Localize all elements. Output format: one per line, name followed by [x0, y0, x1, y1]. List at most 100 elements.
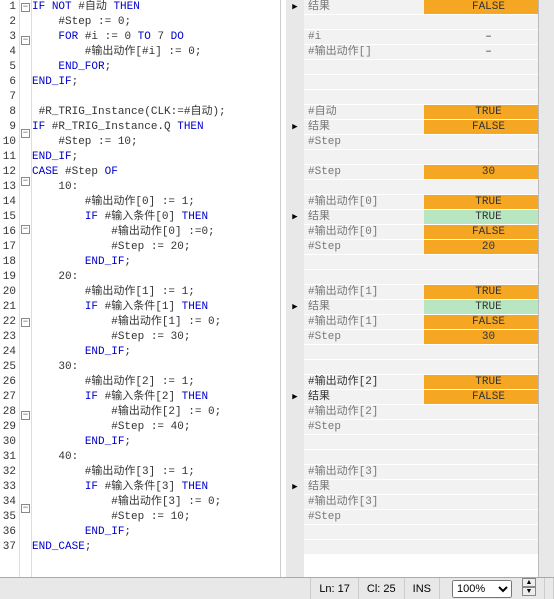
code-line[interactable]: FOR #i := 0 TO 7 DO: [32, 30, 280, 45]
fold-marker[interactable]: −: [20, 504, 31, 519]
line-number: 30: [0, 435, 16, 450]
monitor-value: [424, 270, 553, 285]
code-line[interactable]: #Step := 0;: [32, 15, 280, 30]
code-line[interactable]: #Step := 30;: [32, 330, 280, 345]
line-number: 10: [0, 135, 16, 150]
code-line[interactable]: IF #输入条件[1] THEN: [32, 300, 280, 315]
line-number: 33: [0, 480, 16, 495]
vertical-scrollbar[interactable]: [538, 0, 554, 577]
fold-marker: [20, 534, 31, 549]
monitor-name-column: 结果#i#输出动作[]#自动结果#Step#Step#输出动作[0]结果#输出动…: [304, 0, 424, 577]
code-line[interactable]: [32, 90, 280, 105]
code-line[interactable]: 40:: [32, 450, 280, 465]
code-line[interactable]: #Step := 10;: [32, 135, 280, 150]
monitor-name: #自动: [304, 105, 424, 120]
line-marker: [286, 525, 304, 540]
code-line[interactable]: #R_TRIG_Instance(CLK:=#自动);: [32, 105, 280, 120]
monitor-name: [304, 255, 424, 270]
line-marker: [286, 150, 304, 165]
line-marker: [286, 285, 304, 300]
fold-marker[interactable]: −: [20, 177, 31, 192]
line-number: 16: [0, 225, 16, 240]
code-line[interactable]: IF #输入条件[0] THEN: [32, 210, 280, 225]
fold-marker: [20, 456, 31, 471]
monitor-value: [424, 450, 553, 465]
code-line[interactable]: #输出动作[3] := 0;: [32, 495, 280, 510]
line-number: 34: [0, 495, 16, 510]
line-number-gutter: 1234567891011121314151617181920212223242…: [0, 0, 20, 577]
line-number: 28: [0, 405, 16, 420]
code-line[interactable]: CASE #Step OF: [32, 165, 280, 180]
zoom-up-button[interactable]: ▲: [522, 578, 536, 587]
monitor-value: [424, 495, 553, 510]
fold-marker[interactable]: −: [20, 411, 31, 426]
code-line[interactable]: #输出动作[1] := 0;: [32, 315, 280, 330]
code-line[interactable]: 30:: [32, 360, 280, 375]
line-marker: ▶: [286, 390, 304, 405]
fold-marker: [20, 393, 31, 408]
monitor-name: 结果: [304, 210, 424, 225]
line-marker: [286, 360, 304, 375]
line-number: 20: [0, 285, 16, 300]
code-line[interactable]: #Step := 20;: [32, 240, 280, 255]
line-marker: [286, 495, 304, 510]
code-line[interactable]: IF NOT #自动 THEN: [32, 0, 280, 15]
code-line[interactable]: #输出动作[0] := 1;: [32, 195, 280, 210]
code-line[interactable]: IF #R_TRIG_Instance.Q THEN: [32, 120, 280, 135]
code-area[interactable]: IF NOT #自动 THEN #Step := 0; FOR #i := 0 …: [32, 0, 280, 577]
monitor-name: 结果: [304, 120, 424, 135]
monitor-value: [424, 525, 553, 540]
fold-marker[interactable]: −: [20, 318, 31, 333]
line-number: 22: [0, 315, 16, 330]
fold-marker[interactable]: −: [20, 36, 31, 51]
fold-marker[interactable]: −: [20, 129, 31, 144]
fold-marker: [20, 549, 31, 564]
code-line[interactable]: END_CASE;: [32, 540, 280, 555]
fold-marker[interactable]: −: [20, 3, 31, 18]
fold-marker: [20, 159, 31, 174]
line-marker: ▶: [286, 0, 304, 15]
monitor-name: #Step: [304, 330, 424, 345]
zoom-down-button[interactable]: ▼: [522, 587, 536, 596]
monitor-value: [424, 90, 553, 105]
monitor-value: TRUE: [424, 375, 553, 390]
code-line[interactable]: 10:: [32, 180, 280, 195]
monitor-name: [304, 360, 424, 375]
code-line[interactable]: END_IF;: [32, 435, 280, 450]
code-line[interactable]: END_FOR;: [32, 60, 280, 75]
monitor-value: [424, 435, 553, 450]
code-line[interactable]: END_IF;: [32, 150, 280, 165]
code-line[interactable]: END_IF;: [32, 75, 280, 90]
code-line[interactable]: END_IF;: [32, 345, 280, 360]
code-line[interactable]: #Step := 40;: [32, 420, 280, 435]
code-line[interactable]: #输出动作[3] := 1;: [32, 465, 280, 480]
line-number: 13: [0, 180, 16, 195]
code-line[interactable]: IF #输入条件[3] THEN: [32, 480, 280, 495]
code-line[interactable]: #输出动作[2] := 0;: [32, 405, 280, 420]
code-line[interactable]: #Step := 10;: [32, 510, 280, 525]
status-bar: Ln: 17 Cl: 25 INS 100% ▲ ▼: [0, 577, 554, 599]
code-line[interactable]: #输出动作[0] :=0;: [32, 225, 280, 240]
code-line[interactable]: END_IF;: [32, 525, 280, 540]
monitor-value: TRUE: [424, 105, 553, 120]
line-number: 32: [0, 465, 16, 480]
code-line[interactable]: #输出动作[1] := 1;: [32, 285, 280, 300]
code-line[interactable]: END_IF;: [32, 255, 280, 270]
line-marker: [286, 165, 304, 180]
monitor-value: 30: [424, 165, 553, 180]
code-line[interactable]: #输出动作[#i] := 0;: [32, 45, 280, 60]
code-line[interactable]: 20:: [32, 270, 280, 285]
fold-marker: [20, 240, 31, 255]
fold-gutter: − − − − − − − −: [20, 0, 32, 577]
line-marker: [286, 420, 304, 435]
monitor-name: [304, 525, 424, 540]
code-line[interactable]: #输出动作[2] := 1;: [32, 375, 280, 390]
line-marker: [286, 60, 304, 75]
zoom-select[interactable]: 100%: [452, 580, 512, 598]
status-column: Cl: 25: [359, 578, 405, 599]
fold-marker: [20, 51, 31, 66]
monitor-value: [424, 510, 553, 525]
code-line[interactable]: IF #输入条件[2] THEN: [32, 390, 280, 405]
fold-marker[interactable]: −: [20, 225, 31, 240]
fold-marker: [20, 441, 31, 456]
